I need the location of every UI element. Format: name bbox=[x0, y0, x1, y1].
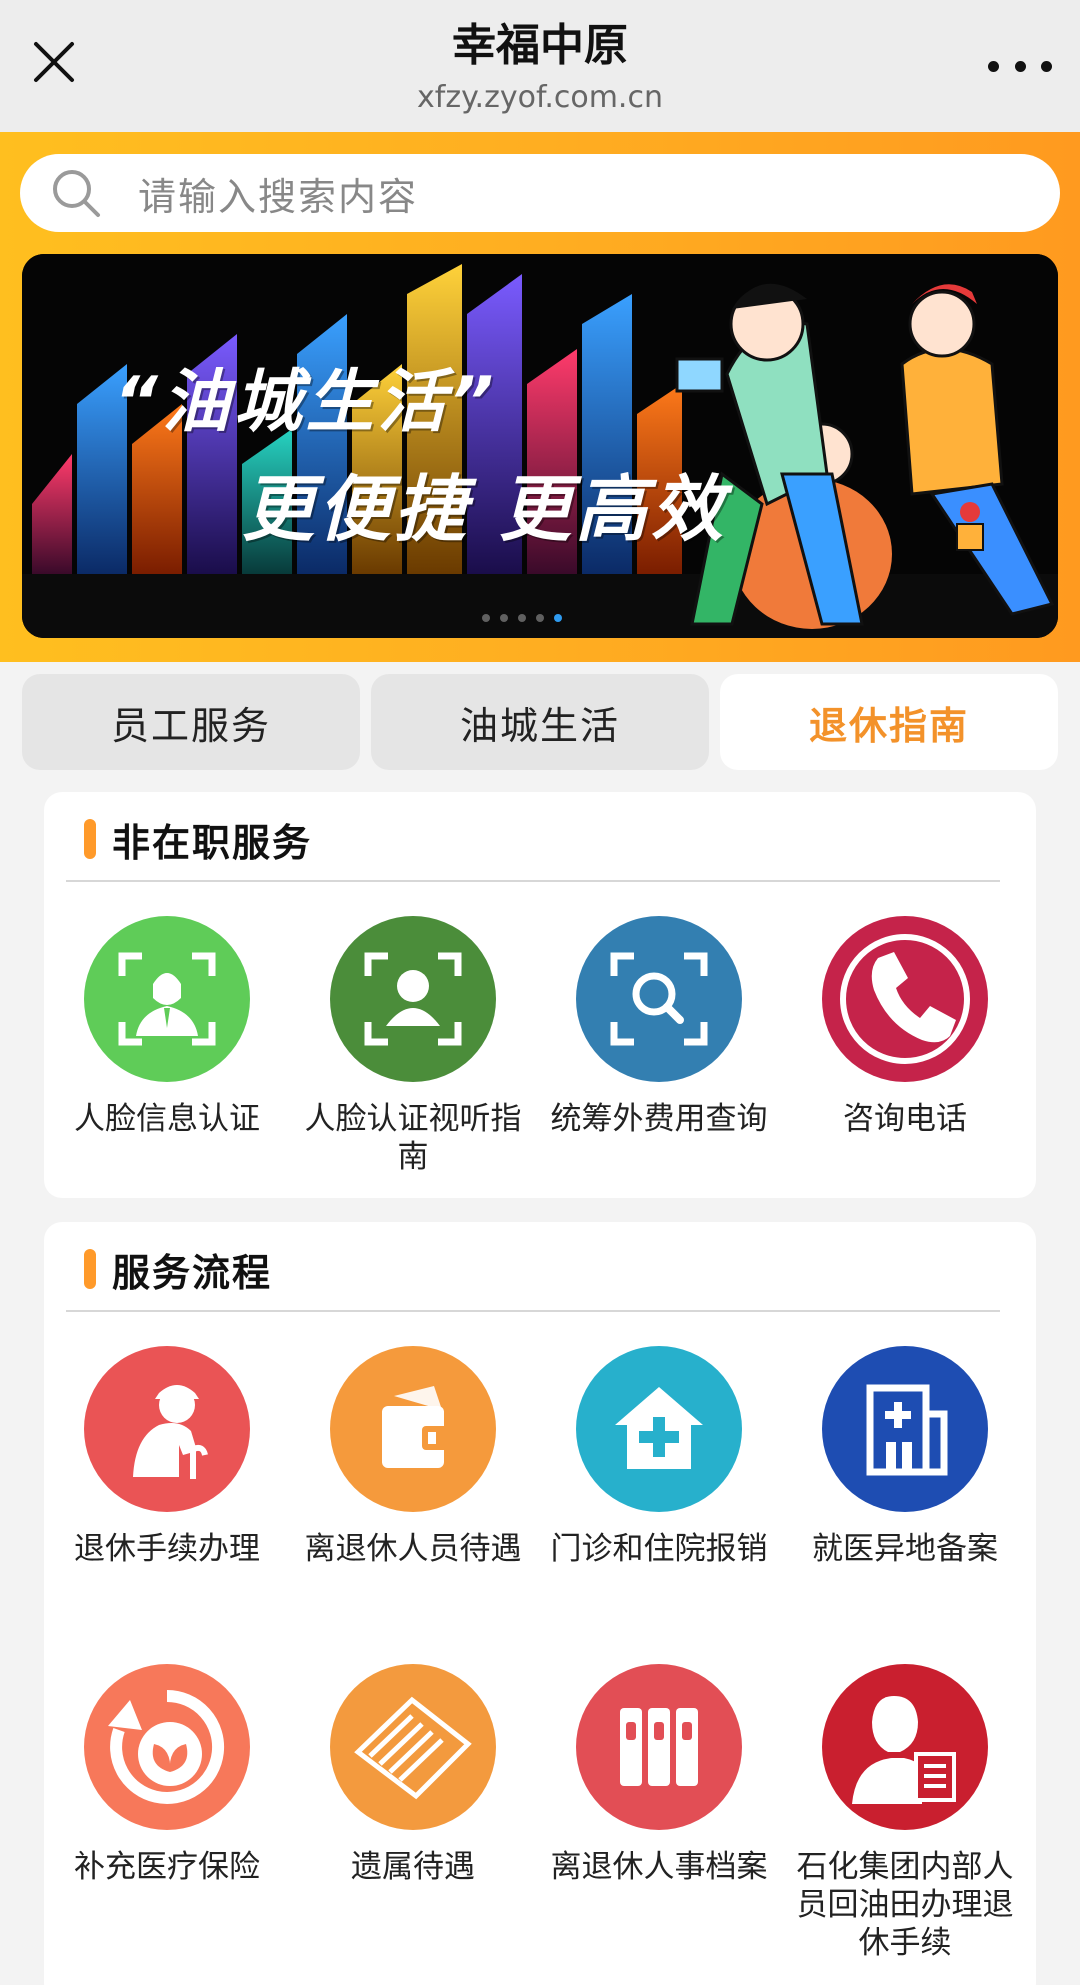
service-face-verify[interactable]: 人脸信息认证 bbox=[44, 916, 290, 1138]
section-non-active-services: 非在职服务 人脸信息认证 人脸认证视听指南 统筹外费用查询 咨询电话 bbox=[44, 792, 1036, 1198]
search-placeholder: 请输入搜索内容 bbox=[138, 174, 419, 219]
banner-dot[interactable] bbox=[500, 614, 508, 622]
promo-banner[interactable]: “油城生活” 更便捷 更高效 bbox=[22, 254, 1058, 638]
section-header: 非在职服务 bbox=[84, 814, 313, 865]
service-label: 离退休人事档案 bbox=[550, 1849, 768, 1885]
service-sinopec-return-retirement[interactable]: 石化集团内部人员回油田办理退休手续 bbox=[782, 1664, 1028, 1962]
hero-header: 请输入搜索内容 “油城生活” 更便捷 更高效 bbox=[0, 132, 1080, 662]
banner-dot-active[interactable] bbox=[554, 614, 562, 622]
person-document-icon bbox=[822, 1664, 988, 1830]
service-label: 人脸认证视听指南 bbox=[304, 1101, 522, 1175]
banner-dot[interactable] bbox=[536, 614, 544, 622]
divider bbox=[66, 1310, 1000, 1312]
service-label: 补充医疗保险 bbox=[74, 1849, 260, 1885]
service-label: 门诊和住院报销 bbox=[550, 1531, 768, 1567]
hospital-house-icon bbox=[576, 1346, 742, 1512]
service-remote-medical-filing[interactable]: 就医异地备案 bbox=[782, 1346, 1028, 1568]
service-personnel-archives[interactable]: 离退休人事档案 bbox=[536, 1664, 782, 1886]
banner-subheadline: 更便捷 更高效 bbox=[242, 467, 728, 551]
section-title: 非在职服务 bbox=[112, 820, 313, 865]
section-accent-bar bbox=[84, 1249, 96, 1289]
service-face-verify-guide[interactable]: 人脸认证视听指南 bbox=[290, 916, 536, 1176]
face-scan-user-icon bbox=[330, 916, 496, 1082]
service-retirement-procedure[interactable]: 退休手续办理 bbox=[44, 1346, 290, 1568]
tab-retirement-guide[interactable]: 退休指南 bbox=[720, 674, 1058, 770]
page-url: xfzy.zyof.com.cn bbox=[417, 80, 663, 115]
search-icon bbox=[53, 170, 100, 217]
service-hotline[interactable]: 咨询电话 bbox=[782, 916, 1028, 1138]
nav-titles: 幸福中原 xfzy.zyof.com.cn bbox=[0, 16, 1080, 118]
tab-oil-city-life[interactable]: 油城生活 bbox=[371, 674, 709, 770]
nav-bar: 幸福中原 xfzy.zyof.com.cn bbox=[0, 0, 1080, 132]
divider bbox=[66, 880, 1000, 882]
banner-dot[interactable] bbox=[518, 614, 526, 622]
category-tabs: 员工服务 油城生活 退休指南 bbox=[0, 662, 1080, 782]
service-outpatient-reimbursement[interactable]: 门诊和住院报销 bbox=[536, 1346, 782, 1568]
service-supplementary-insurance[interactable]: 补充医疗保险 bbox=[44, 1664, 290, 1886]
section-accent-bar bbox=[84, 819, 96, 859]
documents-icon bbox=[330, 1664, 496, 1830]
wallet-icon bbox=[330, 1346, 496, 1512]
section-service-process: 服务流程 退休手续办理 离退休人员待遇 门诊和住院报销 就医异地备案 补充医疗保… bbox=[44, 1222, 1036, 1985]
service-retiree-benefits[interactable]: 离退休人员待遇 bbox=[290, 1346, 536, 1568]
elderly-person-icon bbox=[84, 1346, 250, 1512]
service-label: 咨询电话 bbox=[843, 1101, 967, 1137]
leaf-refresh-icon bbox=[84, 1664, 250, 1830]
page-title: 幸福中原 bbox=[452, 20, 628, 71]
search-input[interactable]: 请输入搜索内容 bbox=[20, 154, 1060, 232]
section-title: 服务流程 bbox=[112, 1250, 273, 1295]
scan-search-icon bbox=[576, 916, 742, 1082]
phone-icon bbox=[822, 916, 988, 1082]
service-label: 就医异地备案 bbox=[812, 1531, 998, 1567]
section-header: 服务流程 bbox=[84, 1244, 273, 1295]
service-expense-query[interactable]: 统筹外费用查询 bbox=[536, 916, 782, 1138]
service-label: 人脸信息认证 bbox=[74, 1101, 260, 1137]
banner-headline: “油城生活” bbox=[114, 363, 498, 442]
banner-artwork bbox=[22, 254, 1058, 638]
tab-employee-services[interactable]: 员工服务 bbox=[22, 674, 360, 770]
service-survivor-benefits[interactable]: 遗属待遇 bbox=[290, 1664, 536, 1886]
banner-pagination bbox=[482, 614, 562, 622]
service-label: 离退休人员待遇 bbox=[304, 1531, 522, 1567]
archive-binders-icon bbox=[576, 1664, 742, 1830]
face-verify-icon bbox=[84, 916, 250, 1082]
service-label: 统筹外费用查询 bbox=[550, 1101, 768, 1137]
service-label: 遗属待遇 bbox=[351, 1849, 475, 1885]
service-label: 石化集团内部人员回油田办理退休手续 bbox=[796, 1849, 1014, 1961]
hospital-building-icon bbox=[822, 1346, 988, 1512]
service-label: 退休手续办理 bbox=[74, 1531, 260, 1567]
more-icon[interactable] bbox=[988, 46, 1052, 86]
banner-dot[interactable] bbox=[482, 614, 490, 622]
